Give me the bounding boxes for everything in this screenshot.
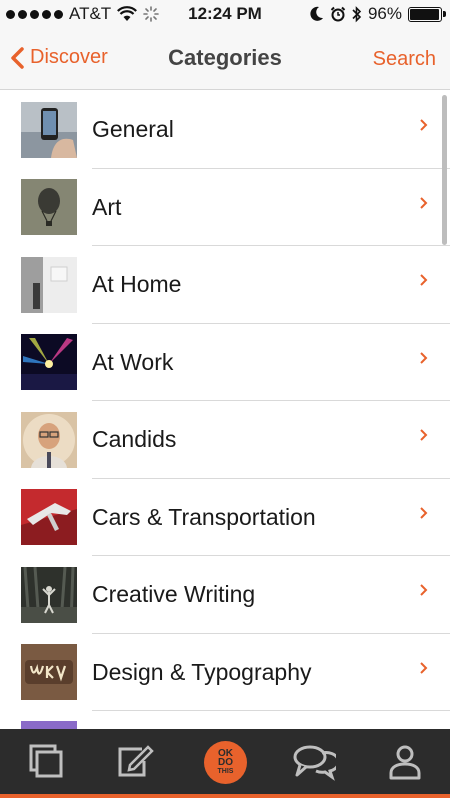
category-row-art[interactable]: Art — [0, 169, 450, 246]
moon-icon — [310, 6, 323, 21]
category-row-candids[interactable]: Candids — [0, 401, 450, 479]
profile-icon[interactable] — [388, 743, 422, 781]
category-label: At Work — [92, 348, 174, 375]
category-label: Candids — [92, 426, 177, 453]
thumbnail-balloon-art-icon — [21, 179, 77, 236]
search-button[interactable]: Search — [373, 48, 436, 71]
thumbnail-car-ornament-icon — [21, 489, 77, 546]
chevron-right-icon — [420, 274, 428, 286]
category-row-at-home[interactable]: At Home — [0, 246, 450, 324]
thumbnail-forest-figure-icon — [21, 566, 77, 623]
category-label: At Home — [92, 271, 182, 298]
bluetooth-icon — [352, 5, 362, 22]
thumbnail-portrait-icon — [21, 411, 77, 468]
category-label: Cars & Transportation — [92, 503, 316, 530]
chevron-right-icon — [420, 196, 428, 209]
thumbnail-lettering-icon — [21, 644, 77, 701]
okdothis-logo[interactable]: OK DO THIS — [204, 741, 247, 784]
status-bar: AT&T 12:24 PM 96% — [0, 0, 450, 30]
category-row-partial[interactable] — [0, 711, 450, 729]
category-row-cars-transportation[interactable]: Cars & Transportation — [0, 479, 450, 556]
category-row-design-typography[interactable]: Design & Typography — [0, 634, 450, 711]
status-right: 96% — [310, 4, 446, 24]
chat-icon[interactable] — [292, 743, 336, 781]
logo-text: OK DO THIS — [217, 748, 234, 776]
chevron-right-icon — [420, 119, 428, 131]
battery-percent: 96% — [367, 4, 402, 23]
compose-icon[interactable] — [116, 743, 154, 779]
chevron-right-icon — [420, 661, 428, 674]
chevron-right-icon — [420, 429, 428, 441]
chevron-right-icon — [420, 351, 428, 364]
category-row-general[interactable]: General — [0, 91, 450, 169]
battery-icon — [408, 6, 446, 22]
category-label: General — [92, 116, 174, 143]
category-label: Art — [92, 193, 122, 220]
category-row-creative-writing[interactable]: Creative Writing — [0, 556, 450, 634]
category-list: General Art At Home At Work Candids Cars… — [0, 91, 450, 729]
thumbnail-phone-photo-icon — [21, 101, 77, 158]
scrollbar[interactable] — [442, 95, 447, 245]
navigation-bar: Discover Categories Search — [0, 30, 450, 90]
tab-bar: OK DO THIS — [0, 729, 450, 798]
chevron-right-icon — [420, 506, 428, 519]
thumbnail-room-corner-icon — [21, 256, 77, 313]
thumbnail-partial-icon — [21, 721, 77, 729]
category-row-at-work[interactable]: At Work — [0, 324, 450, 401]
category-label: Creative Writing — [92, 581, 256, 608]
category-label: Design & Typography — [92, 658, 312, 685]
thumbnail-stage-lights-icon — [21, 334, 77, 391]
alarm-icon — [330, 6, 346, 22]
chevron-right-icon — [420, 584, 428, 596]
collections-icon[interactable] — [28, 743, 64, 779]
